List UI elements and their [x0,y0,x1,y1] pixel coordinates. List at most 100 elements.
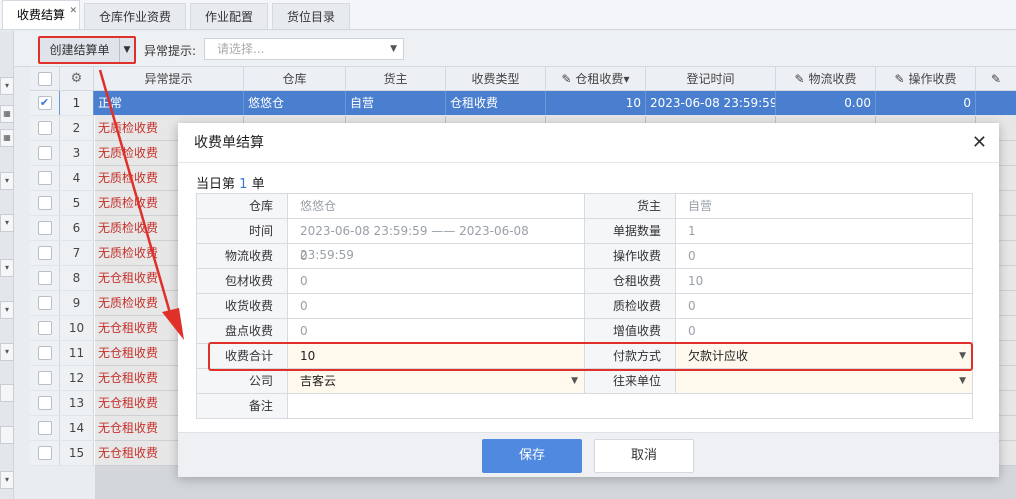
row-index: 15 [60,441,94,465]
row-checkbox-cell[interactable] [30,441,60,465]
close-icon[interactable]: ✕ [69,0,77,26]
row-checkbox[interactable] [37,396,52,410]
row-checkbox-cell[interactable] [30,341,60,365]
filter-label: 异常提示: [144,44,197,58]
input-field[interactable] [0,426,14,444]
cell-time: 2023-06-08 23:59:59 [646,91,776,115]
chevron-down-icon[interactable]: ▾ [0,172,14,190]
save-button[interactable]: 保存 [482,439,582,473]
row-checkbox-cell[interactable] [30,191,60,215]
row-checkbox-cell[interactable] [30,266,60,290]
form-row: 包材收费 0 仓租收费 10 [197,269,973,294]
row-checkbox[interactable] [37,146,52,160]
calendar-icon[interactable]: ▦ [0,105,14,123]
col-warehouse[interactable]: 仓库 [244,67,346,90]
row-checkbox[interactable] [37,296,52,310]
operation-label: 操作收费 [585,244,676,269]
col-logistics-label: 物流收费 [808,72,857,86]
row-checkbox[interactable] [37,221,52,235]
cell-operation[interactable]: 0 [876,91,976,115]
value-added-label: 增值收费 [585,319,676,344]
pencil-icon: ✎ [561,72,572,86]
close-icon[interactable]: ✕ [972,123,987,163]
dialog-title: 收费单结算 [194,135,264,151]
chevron-down-icon[interactable]: ▾ [0,471,14,489]
col-rent[interactable]: ✎ 仓租收费▾ [546,67,646,90]
company-select[interactable]: 吉客云 ▼ [288,369,585,394]
row-checkbox[interactable] [37,196,52,210]
tab-3[interactable]: 货位目录 [272,3,351,29]
cell-rent[interactable]: 10 [546,91,646,115]
gear-icon[interactable]: ⚙ [60,67,94,90]
chevron-down-icon[interactable]: ▾ [0,301,14,319]
row-index: 1 [60,91,94,115]
row-checkbox[interactable] [37,121,52,135]
select-all-checkbox[interactable] [37,72,52,86]
cell-fee-type: 仓租收费 [446,91,546,115]
company-label: 公司 [197,369,288,394]
col-time[interactable]: 登记时间 [646,67,776,90]
chevron-down-icon[interactable]: ▾ [0,343,14,361]
doc-count-value: 1 [676,219,973,244]
chevron-down-icon[interactable]: ▾ [0,77,14,95]
row-checkbox[interactable] [37,321,52,335]
inventory-label: 盘点收费 [197,319,288,344]
chevron-down-icon[interactable]: ▾ [0,259,14,277]
daily-count-suffix: 单 [251,177,265,192]
row-checkbox[interactable] [37,246,52,260]
row-checkbox[interactable] [37,371,52,385]
chevron-down-icon[interactable]: ▼ [120,38,134,62]
row-checkbox[interactable] [37,446,52,460]
chevron-down-icon[interactable]: ▾ [0,214,14,232]
row-checkbox-cell[interactable] [30,366,60,390]
pencil-icon[interactable]: ✎ [976,67,1016,90]
daily-count-text: 当日第 1 单 [196,173,265,192]
packing-value: 0 [288,269,585,294]
row-checkbox-cell[interactable] [30,291,60,315]
tab-label: 作业配置 [205,10,254,24]
col-operation[interactable]: ✎ 操作收费 [876,67,976,90]
form-row: 公司 吉客云 ▼ 往来单位 ▼ [197,369,973,394]
cancel-button[interactable]: 取消 [594,439,694,473]
dialog-title-bar: 收费单结算 ✕ [178,123,999,163]
tab-1[interactable]: 仓库作业资费 [84,3,187,29]
row-checkbox[interactable] [37,346,52,360]
cell-logistics[interactable]: 0.00 [776,91,876,115]
select-all-checkbox-cell[interactable] [30,67,60,90]
col-logistics[interactable]: ✎ 物流收费 [776,67,876,90]
row-checkbox-cell[interactable] [30,166,60,190]
cell-owner: 自营 [346,91,446,115]
col-owner[interactable]: 货主 [346,67,446,90]
table-row-selected[interactable]: ✔ 1 正常 悠悠仓 自营 仓租收费 10 2023-06-08 23:59:5… [30,91,1016,116]
row-checkbox[interactable]: ✔ [37,96,52,110]
settlement-dialog: 收费单结算 ✕ 当日第 1 单 仓库 悠悠仓 货主 自营 时间 2023-06-… [178,123,999,477]
form-row: 盘点收费 0 增值收费 0 [197,319,973,344]
row-index: 12 [60,366,94,390]
row-checkbox-cell[interactable] [30,416,60,440]
row-index: 6 [60,216,94,240]
partner-select[interactable]: ▼ [676,369,973,394]
tab-0[interactable]: 收费结算 ✕ [2,0,81,29]
daily-count-prefix: 当日第 [196,177,236,192]
row-checkbox[interactable] [37,271,52,285]
row-checkbox[interactable] [37,171,52,185]
row-checkbox-cell[interactable]: ✔ [30,91,60,115]
cell-warehouse: 悠悠仓 [244,91,346,115]
tab-2[interactable]: 作业配置 [190,3,269,29]
row-checkbox-cell[interactable] [30,316,60,340]
form-row: 物流收费 0 操作收费 0 [197,244,973,269]
remark-input[interactable] [287,394,973,419]
doc-count-label: 单据数量 [585,219,676,244]
row-checkbox-cell[interactable] [30,141,60,165]
row-checkbox-cell[interactable] [30,391,60,415]
row-checkbox-cell[interactable] [30,241,60,265]
calendar-icon[interactable]: ▦ [0,129,14,147]
row-checkbox-cell[interactable] [30,116,60,140]
col-warning[interactable]: 异常提示 [94,67,244,90]
row-checkbox[interactable] [37,421,52,435]
row-checkbox-cell[interactable] [30,216,60,240]
create-settlement-button[interactable]: 创建结算单 [40,38,120,62]
warning-filter-select[interactable]: 请选择... ▼ [204,38,404,60]
col-fee-type[interactable]: 收费类型 [446,67,546,90]
input-field[interactable] [0,384,14,402]
